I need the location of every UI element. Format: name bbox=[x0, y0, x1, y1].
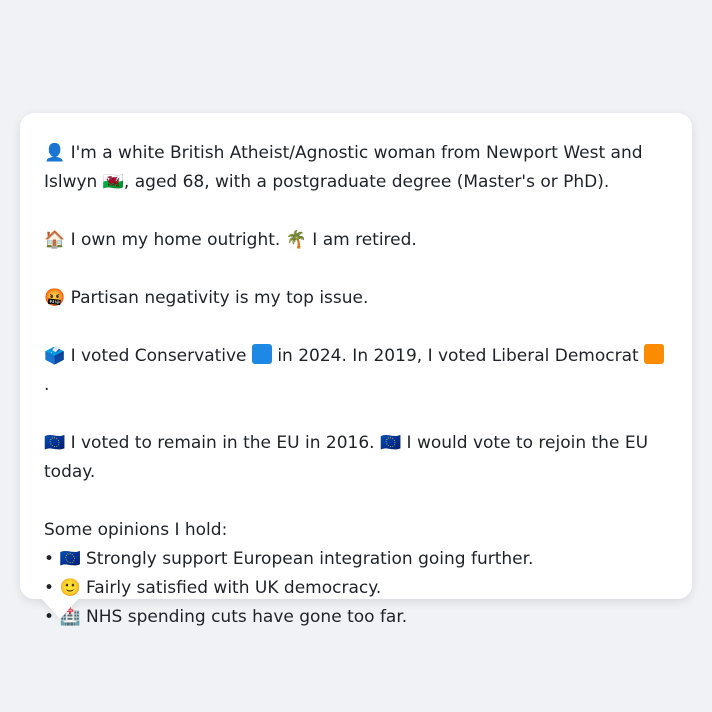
wales-flag-icon: 🏴󠁧󠁢󠁷󠁬󠁳󠁿 bbox=[102, 172, 124, 192]
intro-line: 👤 I'm a white British Atheist/Agnostic w… bbox=[44, 139, 668, 197]
opinion-text: Strongly support European integration go… bbox=[86, 549, 534, 569]
opinion-text: NHS spending cuts have gone too far. bbox=[86, 607, 408, 627]
vote-2019-text: in 2024. In 2019, I voted Liberal Democr… bbox=[277, 346, 639, 366]
housing-line: 🏠 I own my home outright. 🌴 I am retired… bbox=[44, 226, 668, 255]
palm-tree-icon: 🌴 bbox=[285, 230, 307, 250]
speech-bubble-tail bbox=[40, 597, 80, 619]
eu-line: 🇪🇺 I voted to remain in the EU in 2016. … bbox=[44, 429, 668, 487]
lib-dem-square-icon bbox=[644, 344, 665, 364]
top-issue-text: Partisan negativity is my top issue. bbox=[70, 288, 369, 308]
slight-smile-icon: 🙂 bbox=[59, 578, 81, 598]
person-icon: 👤 bbox=[44, 143, 66, 163]
bullet: • bbox=[44, 549, 55, 569]
vote-history-line: 🗳️ I voted Conservative in 2024. In 2019… bbox=[44, 342, 668, 400]
profile-bubble: 👤 I'm a white British Atheist/Agnostic w… bbox=[20, 113, 692, 627]
vote-line-end: . bbox=[44, 375, 50, 395]
eu-flag-icon: 🇪🇺 bbox=[59, 549, 81, 569]
opinion-item: • 🇪🇺 Strongly support European integrati… bbox=[44, 545, 668, 574]
home-ownership-text: I own my home outright. bbox=[70, 230, 281, 250]
vote-2024-text: I voted Conservative bbox=[70, 346, 247, 366]
opinion-text: Fairly satisfied with UK democracy. bbox=[86, 578, 382, 598]
angry-face-icon: 🤬 bbox=[44, 288, 66, 308]
conservative-square-icon bbox=[251, 344, 272, 364]
opinion-item: • 🏥 NHS spending cuts have gone too far. bbox=[44, 603, 668, 632]
eu-2016-text: I voted to remain in the EU in 2016. bbox=[70, 433, 375, 453]
opinions-heading: Some opinions I hold: bbox=[44, 520, 228, 540]
top-issue-line: 🤬 Partisan negativity is my top issue. bbox=[44, 284, 668, 313]
bullet: • bbox=[44, 578, 55, 598]
house-icon: 🏠 bbox=[44, 230, 66, 250]
eu-flag-icon: 🇪🇺 bbox=[379, 433, 402, 453]
ballot-box-icon: 🗳️ bbox=[44, 346, 66, 366]
retired-text: I am retired. bbox=[312, 230, 417, 250]
eu-flag-icon: 🇪🇺 bbox=[44, 433, 66, 453]
opinion-item: • 🙂 Fairly satisfied with UK democracy. bbox=[44, 574, 668, 603]
intro-text-continued: , aged 68, with a postgraduate degree (M… bbox=[123, 172, 610, 192]
